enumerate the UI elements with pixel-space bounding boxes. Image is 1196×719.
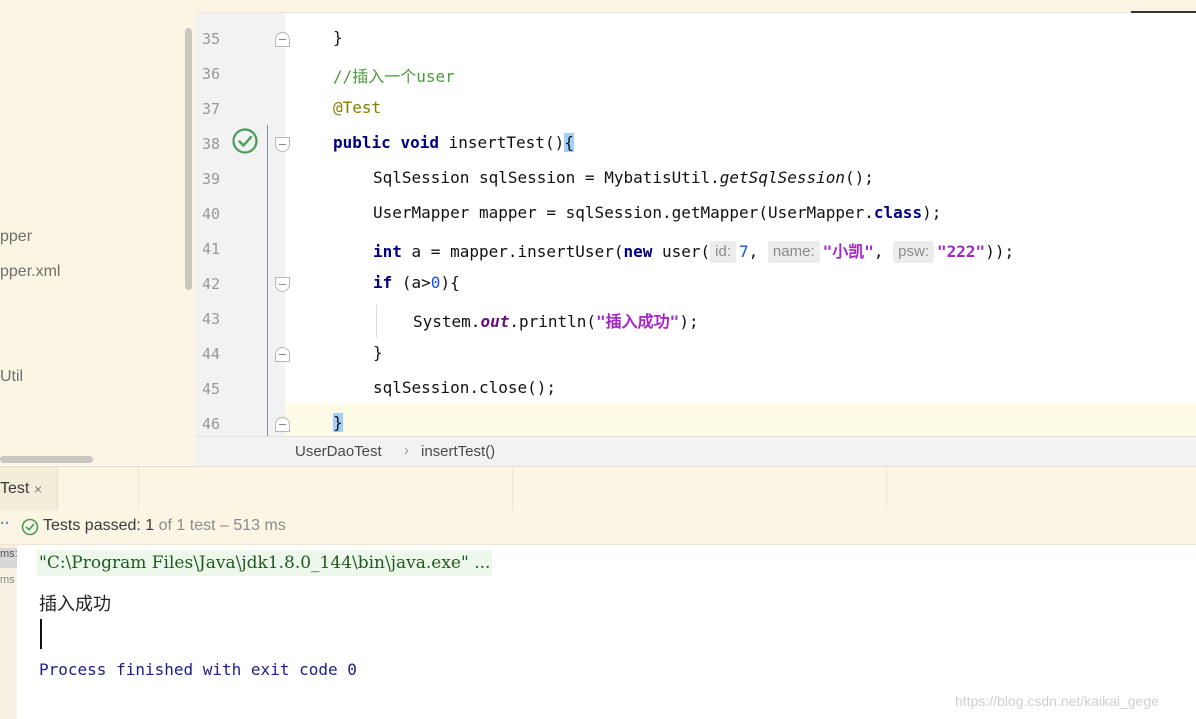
test-tree-strip: ms: ms bbox=[0, 545, 17, 719]
fold-marker-icon[interactable] bbox=[275, 347, 290, 362]
sidebar-horizontal-scrollbar[interactable] bbox=[0, 456, 93, 463]
line-number: 45 bbox=[201, 380, 220, 398]
project-tree-item[interactable]: pper bbox=[0, 228, 32, 246]
code-line[interactable]: 44 } bbox=[195, 337, 1196, 372]
code-comment: //插入一个user bbox=[333, 67, 455, 86]
tab-divider bbox=[512, 467, 513, 511]
code-line[interactable]: 45 sqlSession.close(); bbox=[195, 372, 1196, 407]
test-status-text: Tests passed: 1 of 1 test – 513 ms bbox=[43, 517, 286, 534]
line-number: 38 bbox=[201, 135, 220, 153]
editor-scroll-marker bbox=[1131, 11, 1196, 13]
code-editor[interactable]: 35 } 36 //插入一个user 37 @Test 38 public vo… bbox=[195, 0, 1196, 436]
code-text: System.out.println("插入成功"); bbox=[413, 312, 699, 331]
console-output-line: 插入成功 bbox=[39, 594, 111, 614]
code-text: sqlSession.close(); bbox=[373, 378, 557, 397]
code-text: public void insertTest(){ bbox=[333, 133, 574, 152]
code-text: int a = mapper.insertUser(new user(id: 7,… bbox=[373, 241, 1015, 263]
line-number: 44 bbox=[201, 345, 220, 363]
line-number: 40 bbox=[201, 205, 220, 223]
code-text: } bbox=[333, 28, 343, 47]
breadcrumb-class[interactable]: UserDaoTest bbox=[295, 443, 382, 460]
code-text: if (a>0){ bbox=[373, 273, 460, 292]
console-output[interactable]: "C:\Program Files\Java\jdk1.8.0_144\bin\… bbox=[17, 545, 1196, 719]
console-cursor bbox=[40, 619, 42, 649]
code-text: SqlSession sqlSession = MybatisUtil.getS… bbox=[373, 168, 874, 187]
breadcrumb-separator-icon: › bbox=[404, 442, 409, 459]
parameter-hint: name: bbox=[767, 241, 820, 263]
breadcrumb: UserDaoTest › insertTest() bbox=[195, 436, 1196, 466]
test-status-bar: ·· Tests passed: 1 of 1 test – 513 ms bbox=[0, 510, 1196, 545]
test-tree-item[interactable]: ms: bbox=[0, 548, 17, 568]
run-tab-bar: Test × bbox=[0, 466, 1196, 511]
breadcrumb-method[interactable]: insertTest() bbox=[421, 443, 495, 460]
fold-marker-icon[interactable] bbox=[275, 137, 290, 152]
code-line[interactable]: 41 int a = mapper.insertUser(new user(id… bbox=[195, 232, 1196, 267]
run-tab-label: Test bbox=[0, 480, 30, 497]
sidebar-vertical-scrollbar[interactable] bbox=[185, 28, 192, 290]
run-tab[interactable]: Test × bbox=[0, 467, 58, 511]
line-number: 36 bbox=[201, 65, 220, 83]
line-number: 39 bbox=[201, 170, 220, 188]
parameter-hint: id: bbox=[710, 241, 737, 263]
line-number: 37 bbox=[201, 100, 220, 118]
line-number: 46 bbox=[201, 415, 220, 433]
tab-divider bbox=[886, 467, 887, 511]
fold-marker-icon[interactable] bbox=[275, 417, 290, 432]
code-text: } bbox=[333, 413, 343, 432]
code-line[interactable]: 43 System.out.println("插入成功"); bbox=[195, 302, 1196, 337]
console-exit-line: Process finished with exit code 0 bbox=[39, 660, 357, 679]
fold-marker-icon[interactable] bbox=[275, 277, 290, 292]
project-tree-item[interactable]: Util bbox=[0, 368, 23, 386]
parameter-hint: psw: bbox=[893, 241, 935, 263]
more-icon[interactable]: ·· bbox=[0, 515, 10, 532]
code-text: } bbox=[373, 343, 383, 362]
code-text: UserMapper mapper = sqlSession.getMapper… bbox=[373, 203, 942, 222]
test-duration: ms bbox=[0, 574, 15, 586]
run-test-passed-icon[interactable] bbox=[231, 127, 259, 155]
project-tree-item[interactable]: pper.xml bbox=[0, 263, 60, 281]
fold-marker-icon[interactable] bbox=[275, 32, 290, 47]
code-line[interactable]: 42 if (a>0){ bbox=[195, 267, 1196, 302]
watermark: https://blog.csdn.net/kaikai_gege bbox=[955, 693, 1159, 709]
code-line[interactable]: 39 SqlSession sqlSession = MybatisUtil.g… bbox=[195, 162, 1196, 197]
close-icon[interactable]: × bbox=[34, 481, 42, 497]
line-number: 41 bbox=[201, 240, 220, 258]
code-line[interactable]: 38 public void insertTest(){ bbox=[195, 127, 1196, 162]
project-sidebar: pper pper.xml Util bbox=[0, 0, 195, 465]
check-circle-icon bbox=[21, 518, 39, 536]
code-line[interactable]: 36 //插入一个user bbox=[195, 57, 1196, 92]
line-number: 35 bbox=[201, 30, 220, 48]
line-number: 43 bbox=[201, 310, 220, 328]
code-line[interactable]: 37 @Test bbox=[195, 92, 1196, 127]
code-line[interactable]: 46 } bbox=[195, 407, 1196, 436]
editor-top-strip bbox=[195, 0, 1196, 13]
code-annotation: @Test bbox=[333, 98, 382, 117]
tab-divider bbox=[138, 467, 139, 511]
line-number: 42 bbox=[201, 275, 220, 293]
console-command-line: "C:\Program Files\Java\jdk1.8.0_144\bin\… bbox=[37, 550, 493, 576]
code-line[interactable]: 35 } bbox=[195, 22, 1196, 57]
code-line[interactable]: 40 UserMapper mapper = sqlSession.getMap… bbox=[195, 197, 1196, 232]
